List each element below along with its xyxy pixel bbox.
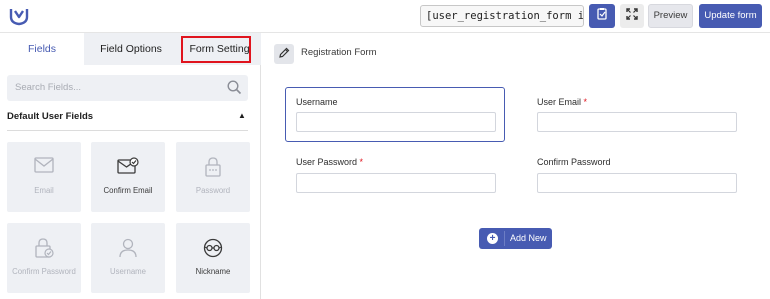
field-label-text: User Password <box>296 157 358 167</box>
user-icon <box>91 238 165 260</box>
field-tile-nickname[interactable]: Nickname <box>176 223 250 293</box>
field-tile-label: Confirm Password <box>12 267 76 276</box>
field-label-text: User Email <box>537 97 582 107</box>
lock-icon <box>176 157 250 179</box>
field-tile-username[interactable]: Username <box>91 223 165 293</box>
expand-icon <box>626 7 638 25</box>
envelope-check-icon <box>91 157 165 179</box>
add-new-row-button[interactable]: + Add New <box>479 228 552 249</box>
confirm-password-input[interactable] <box>537 173 737 193</box>
search-input[interactable]: Search Fields... <box>7 75 248 101</box>
field-tile-label: Email <box>34 186 54 195</box>
clipboard-icon <box>596 7 608 25</box>
top-bar: [user_registration_form id="8"] Preview … <box>0 0 770 33</box>
field-tile-label: Username <box>110 267 146 276</box>
field-tile-label: Password <box>195 186 231 195</box>
search-icon <box>227 80 242 100</box>
form-title: Registration Form <box>301 47 377 58</box>
fullscreen-button[interactable] <box>620 4 644 28</box>
field-tile-confirm-password[interactable]: Confirm Password <box>7 223 81 293</box>
sidebar-tabs: Fields Field Options Form Setting <box>0 33 261 65</box>
user-password-input[interactable] <box>296 173 496 193</box>
user-registration-logo-icon <box>8 5 30 27</box>
update-form-button[interactable]: Update form <box>699 4 762 28</box>
tab-field-options[interactable]: Field Options <box>84 33 178 65</box>
envelope-icon <box>7 157 81 179</box>
plus-circle-icon: + <box>487 233 498 244</box>
copy-shortcode-button[interactable] <box>589 4 615 28</box>
form-builder-canvas: Registration Form Username User Email * … <box>262 33 770 299</box>
lock-check-icon <box>7 238 81 260</box>
field-label-user-email: User Email * <box>537 97 587 107</box>
collapse-caret-icon[interactable]: ▲ <box>238 111 246 120</box>
field-label-username: Username <box>296 97 338 107</box>
field-label-user-password: User Password * <box>296 157 363 167</box>
field-label-text: Confirm Password <box>537 157 611 167</box>
highlight-box <box>181 36 251 63</box>
search-placeholder: Search Fields... <box>15 82 81 93</box>
shortcode-field[interactable]: [user_registration_form id="8"] <box>420 5 584 27</box>
pencil-icon <box>278 45 290 63</box>
edit-form-title-button[interactable] <box>274 44 294 64</box>
required-asterisk: * <box>359 157 364 167</box>
mask-icon <box>176 238 250 260</box>
field-label-text: Username <box>296 97 338 107</box>
field-tile-email[interactable]: Email <box>7 142 81 212</box>
field-tile-confirm-email[interactable]: Confirm Email <box>91 142 165 212</box>
required-asterisk: * <box>583 97 588 107</box>
divider <box>7 130 248 131</box>
field-tile-password[interactable]: Password <box>176 142 250 212</box>
tab-fields[interactable]: Fields <box>0 33 84 65</box>
username-input[interactable] <box>296 112 496 132</box>
tab-form-setting[interactable]: Form Setting <box>178 33 261 65</box>
field-label-confirm-password: Confirm Password <box>537 157 611 167</box>
section-title: Default User Fields <box>7 111 94 122</box>
button-separator <box>504 231 505 246</box>
fields-sidebar: Fields Field Options Form Setting Search… <box>0 33 261 299</box>
preview-button[interactable]: Preview <box>648 4 693 28</box>
field-tile-label: Nickname <box>195 267 231 276</box>
add-new-label: Add New <box>510 233 547 243</box>
user-email-input[interactable] <box>537 112 737 132</box>
field-tile-label: Confirm Email <box>103 186 153 195</box>
